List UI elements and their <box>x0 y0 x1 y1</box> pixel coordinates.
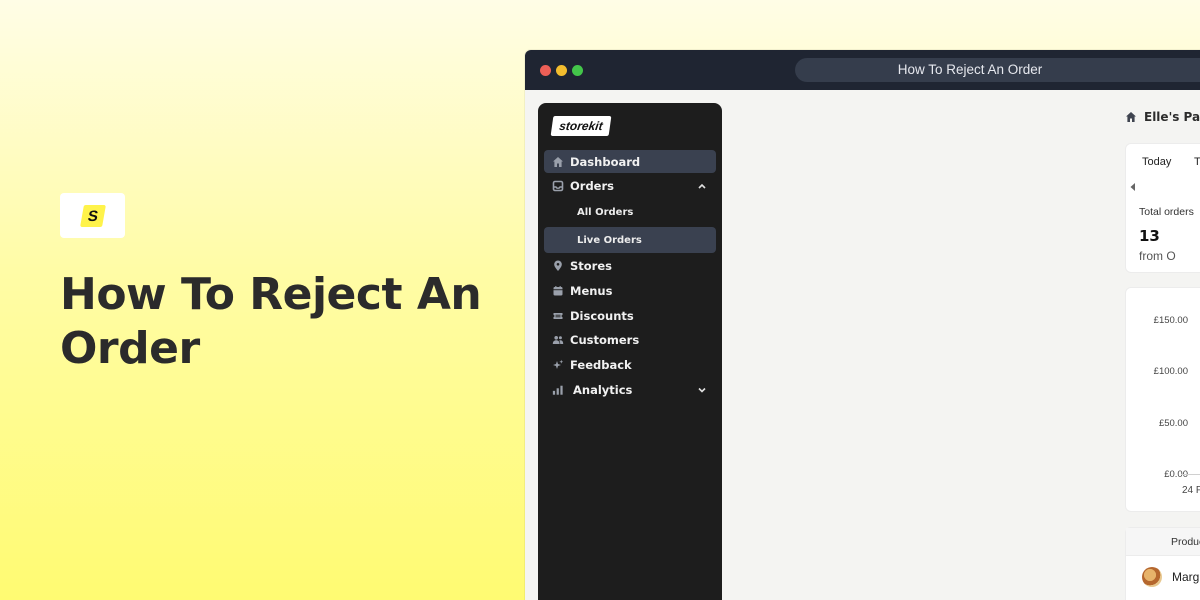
product-image <box>1142 567 1162 587</box>
sidebar-item-feedback[interactable]: Feedback <box>544 354 716 377</box>
ticket-icon <box>552 310 564 322</box>
page-title: How To Reject An Order <box>60 269 482 374</box>
breadcrumb[interactable]: Elle's Pas <box>1125 110 1200 124</box>
calendar-icon <box>552 285 564 297</box>
sparkle-icon <box>552 359 564 371</box>
sidebar-item-analytics[interactable]: Analytics <box>544 379 716 402</box>
sidebar-item-stores[interactable]: Stores <box>544 255 716 278</box>
sidebar-item-label: Analytics <box>573 383 633 398</box>
maximize-window-button[interactable] <box>572 65 583 76</box>
storekit-brand-logo[interactable]: storekit <box>550 116 612 136</box>
sidebar: storekit Dashboard Orders All Orders Liv… <box>538 103 722 600</box>
map-pin-icon <box>552 260 564 272</box>
sidebar-item-label: Stores <box>570 259 612 274</box>
chevron-up-icon[interactable] <box>696 180 708 192</box>
window-titlebar: How To Reject An Order <box>525 50 1200 90</box>
sidebar-item-orders[interactable]: Orders <box>544 175 716 198</box>
sidebar-item-label: Menus <box>570 283 613 298</box>
users-icon <box>552 334 564 346</box>
home-icon <box>552 156 564 168</box>
total-orders-card: Today Th Total orders 13 from O <box>1125 143 1200 273</box>
chevron-down-icon[interactable] <box>696 384 708 396</box>
products-header: Produc <box>1126 528 1200 556</box>
home-icon <box>1126 112 1136 122</box>
stat-label: Total orders <box>1139 206 1194 218</box>
sidebar-item-dashboard[interactable]: Dashboard <box>544 150 716 173</box>
sidebar-item-label: Discounts <box>570 308 634 323</box>
stat-value: 13 <box>1139 227 1160 245</box>
storekit-logo-icon: S <box>79 204 106 227</box>
products-card: Produc Marg <box>1125 527 1200 600</box>
sidebar-subitem-all-orders[interactable]: All Orders <box>544 200 716 226</box>
y-tick-label: £100.00 <box>1153 366 1188 377</box>
scroll-left-icon[interactable] <box>1129 182 1137 192</box>
sidebar-item-customers[interactable]: Customers <box>544 329 716 352</box>
tab-next[interactable]: Th <box>1194 156 1200 168</box>
sidebar-item-discounts[interactable]: Discounts <box>544 304 716 327</box>
sidebar-item-label: Dashboard <box>570 154 641 169</box>
sidebar-item-label: Feedback <box>570 358 632 373</box>
y-tick-label: £150.00 <box>1153 315 1188 326</box>
table-row[interactable]: Marg <box>1126 556 1200 598</box>
x-tick-label: 24 F <box>1182 485 1200 496</box>
x-axis-line <box>1181 474 1200 475</box>
minimize-window-button[interactable] <box>556 65 567 76</box>
bar-chart-icon <box>552 384 564 396</box>
brand-logo-badge: S <box>60 193 125 238</box>
product-name: Marg <box>1172 570 1200 584</box>
tab-today[interactable]: Today <box>1142 156 1171 168</box>
close-window-button[interactable] <box>540 65 551 76</box>
inbox-icon <box>552 180 564 192</box>
sidebar-item-label: Customers <box>570 333 640 348</box>
sidebar-item-menus[interactable]: Menus <box>544 279 716 302</box>
address-bar[interactable]: How To Reject An Order <box>795 58 1200 82</box>
y-tick-label: £50.00 <box>1158 418 1188 429</box>
sidebar-subitem-live-orders[interactable]: Live Orders <box>544 227 716 254</box>
logo-letter: S <box>85 207 99 224</box>
sales-chart-card: £150.00 £100.00 £50.00 £0.00 24 F <box>1125 287 1200 512</box>
store-name: Elle's Pas <box>1144 110 1200 124</box>
browser-window: How To Reject An Order storekit Dashboar… <box>525 50 1200 600</box>
sidebar-item-label: Orders <box>570 179 614 194</box>
stat-comparison: from O <box>1139 249 1176 263</box>
